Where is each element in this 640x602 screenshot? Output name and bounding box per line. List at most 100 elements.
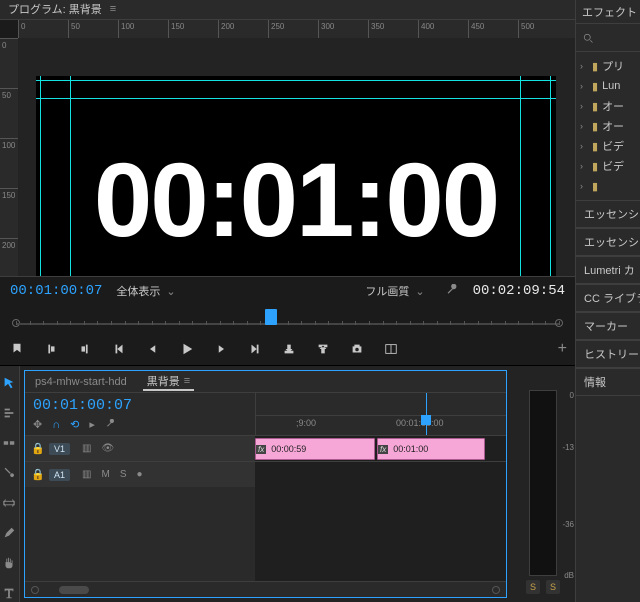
go-to-out-button[interactable] [246, 340, 264, 358]
program-playhead[interactable] [265, 309, 277, 325]
type-tool[interactable] [2, 586, 18, 602]
track-select-tool[interactable] [2, 406, 18, 422]
effects-folder-row[interactable]: ›▮Lun [576, 76, 640, 96]
sequence-tab[interactable]: ps4-mhw-start-hdd [31, 376, 131, 388]
effects-folder-row[interactable]: ›▮オー [576, 116, 640, 136]
ruler-tick: 0 [0, 38, 18, 88]
play-button[interactable] [178, 340, 196, 358]
snap-toggle-icon[interactable]: ∩ [52, 419, 60, 431]
mark-in-button[interactable] [42, 340, 60, 358]
scrub-tick [247, 321, 248, 325]
sequence-tab[interactable]: 黒背景 ≡ [143, 373, 194, 391]
effects-folder-row[interactable]: ›▮プリ [576, 56, 640, 76]
scrub-tick [478, 321, 479, 325]
effects-folder-label: ビデ [602, 158, 624, 174]
collapsed-panel-tab[interactable]: エッセンシ [576, 228, 640, 256]
ripple-edit-tool[interactable] [2, 436, 18, 452]
collapsed-panel-tab[interactable]: CC ライブラ [576, 284, 640, 312]
current-timecode[interactable]: 00:01:00:07 [10, 283, 102, 299]
collapsed-panel-tab[interactable]: エッセンシ [576, 200, 640, 228]
effects-folder-row[interactable]: ›▮ [576, 176, 640, 196]
timeline-playhead-timecode[interactable]: 00:01:00:07 [33, 397, 247, 414]
slip-tool[interactable] [2, 496, 18, 512]
effects-folder-row[interactable]: ›▮ビデ [576, 156, 640, 176]
meter-solo-button[interactable]: S [546, 580, 560, 594]
settings-wrench-icon[interactable] [105, 419, 116, 430]
linked-selection-icon[interactable]: ⟲ [70, 418, 79, 431]
marker-icon[interactable]: ▸ [89, 418, 95, 431]
timeline-panel: ps4-mhw-start-hdd 黒背景 ≡ 00:01:00:07 ✥ ∩ … [24, 370, 507, 598]
zoom-scroll-start[interactable] [31, 586, 39, 594]
program-scrub-bar[interactable] [0, 305, 575, 333]
scrub-end-handle[interactable] [555, 319, 563, 327]
time-ruler[interactable]: ;9:00 00:01:00:00 [256, 415, 506, 433]
effects-search-input[interactable] [598, 31, 640, 45]
video-track-header[interactable]: 🔒 V1 ▥ 👁 [25, 435, 255, 461]
ruler-tick: 350 [368, 20, 418, 38]
step-forward-button[interactable] [212, 340, 230, 358]
program-canvas[interactable]: 00:01:00 [18, 38, 575, 277]
pen-tool[interactable] [2, 526, 18, 542]
ruler-tick: 250 [268, 20, 318, 38]
transport-controls: + [0, 333, 575, 365]
playback-quality-dropdown[interactable]: フル画質 ⌄ [359, 281, 430, 301]
program-panel-menu-icon[interactable]: ≡ [110, 3, 116, 15]
safe-margin-guide [70, 76, 71, 278]
lock-icon[interactable]: 🔒 [31, 468, 43, 481]
effects-folder-row[interactable]: ›▮ビデ [576, 136, 640, 156]
mute-button[interactable]: M [101, 469, 109, 480]
clip-timecode: 00:01:00 [393, 444, 428, 454]
zoom-scroll-end[interactable] [492, 586, 500, 594]
collapsed-panel-tab[interactable]: Lumetri カ [576, 256, 640, 284]
search-icon [582, 32, 594, 44]
button-editor-icon[interactable]: + [558, 340, 567, 358]
clip-timecode: 00:00:59 [271, 444, 306, 454]
audio-level-meter[interactable]: 0-13-36dB [529, 390, 557, 576]
snap-nested-icon[interactable]: ✥ [33, 418, 42, 431]
comparison-view-button[interactable] [382, 340, 400, 358]
program-monitor[interactable]: 050100150200250300350400450500 050100150… [0, 20, 575, 278]
hand-tool[interactable] [2, 556, 18, 572]
collapsed-panel-tab[interactable]: 情報 [576, 368, 640, 396]
settings-wrench-icon[interactable] [445, 284, 459, 298]
collapsed-panel-tab[interactable]: ヒストリー [576, 340, 640, 368]
mark-out-button[interactable] [76, 340, 94, 358]
timeline-track-area[interactable]: fx 00:00:59 fx 00:01:00 [255, 435, 506, 581]
chevron-right-icon: › [580, 61, 588, 71]
audio-track-header[interactable]: 🔒 A1 ▥ M S ● [25, 461, 255, 487]
go-to-in-button[interactable] [110, 340, 128, 358]
solo-button[interactable]: S [120, 469, 127, 480]
folder-icon: ▮ [592, 120, 598, 133]
collapsed-panel-tab[interactable]: マーカー [576, 312, 640, 340]
extract-button[interactable] [314, 340, 332, 358]
add-marker-button[interactable] [8, 340, 26, 358]
lift-button[interactable] [280, 340, 298, 358]
effects-folder-label: プリ [602, 58, 624, 74]
effects-folder-row[interactable]: ›▮オー [576, 96, 640, 116]
video-clip[interactable]: fx 00:01:00 [377, 438, 485, 460]
zoom-scroll-thumb[interactable] [59, 586, 89, 594]
voiceover-record-icon[interactable]: ● [136, 469, 142, 480]
step-back-button[interactable] [144, 340, 162, 358]
video-clip[interactable]: fx 00:00:59 [255, 438, 375, 460]
chevron-right-icon: › [580, 141, 588, 151]
track-label[interactable]: V1 [49, 443, 70, 455]
timeline-ruler-area[interactable]: ;9:00 00:01:00:00 [255, 393, 506, 435]
razor-tool[interactable] [2, 466, 18, 482]
video-track-lane[interactable]: fx 00:00:59 fx 00:01:00 [255, 435, 506, 461]
export-frame-button[interactable] [348, 340, 366, 358]
lock-icon[interactable]: 🔒 [31, 442, 43, 455]
scrub-tick [396, 321, 397, 325]
meter-scale-label: dB [564, 571, 574, 580]
effects-panel-tab[interactable]: エフェクト [576, 0, 640, 24]
zoom-fit-dropdown[interactable]: 全体表示 ⌄ [110, 281, 181, 301]
toggle-sync-lock-icon[interactable]: ▥ [82, 469, 91, 480]
meter-solo-button[interactable]: S [526, 580, 540, 594]
ruler-tick: 450 [468, 20, 518, 38]
timeline-zoom-scrollbar[interactable] [25, 581, 506, 597]
audio-track-lane[interactable] [255, 461, 506, 487]
toggle-track-output-icon[interactable]: 👁 [101, 443, 114, 454]
toggle-sync-lock-icon[interactable]: ▥ [82, 443, 91, 454]
selection-tool[interactable] [2, 376, 18, 392]
track-label[interactable]: A1 [49, 469, 70, 481]
